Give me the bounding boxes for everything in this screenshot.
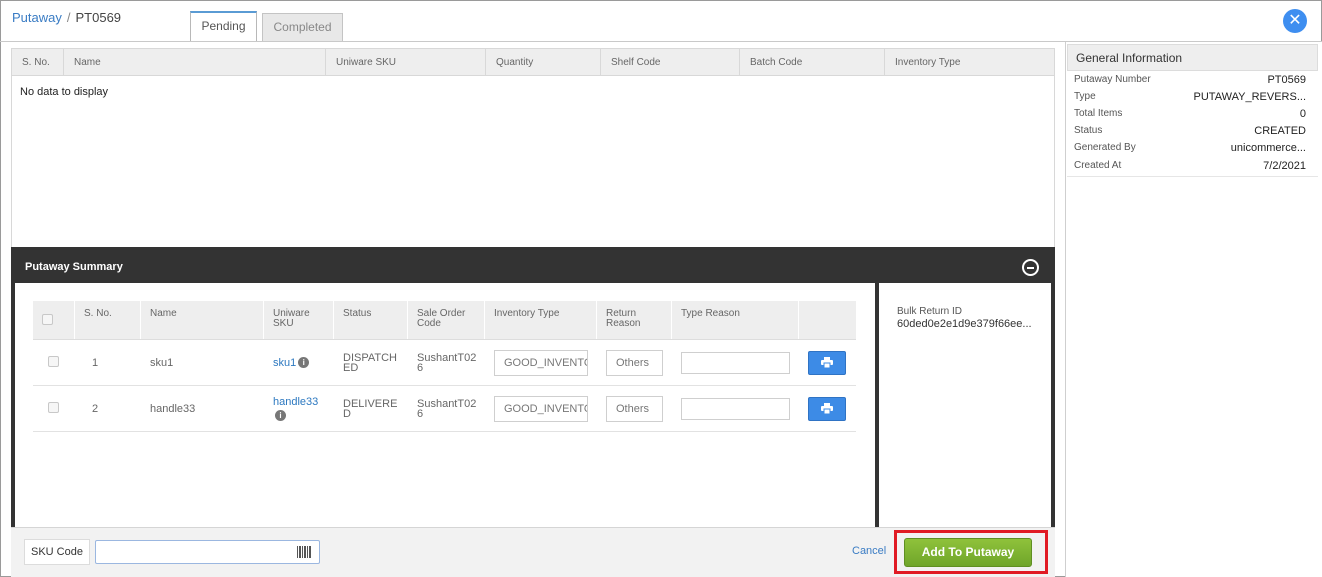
sku-code-label: SKU Code <box>24 539 90 565</box>
info-key: Status <box>1074 125 1103 136</box>
row-checkbox[interactable] <box>48 355 59 367</box>
print-button[interactable] <box>808 396 846 421</box>
inventory-type-select[interactable]: GOOD_INVENTORY <box>494 395 588 422</box>
col-inventory-type[interactable]: Inventory Type <box>885 49 1054 75</box>
empty-grid-message: No data to display <box>20 86 109 98</box>
row-name: handle33 <box>150 402 196 415</box>
row-sno: 2 <box>92 402 99 415</box>
row-sale-order-code: SushantT026 <box>417 397 477 420</box>
print-button[interactable] <box>808 350 846 375</box>
row-sno: 1 <box>92 356 99 369</box>
select-all-checkbox[interactable] <box>42 314 53 325</box>
sku-link[interactable]: sku1 <box>273 357 296 369</box>
table-row: 1 sku1 sku1 i DISPATCHED SushantT026 GOOD… <box>33 340 856 386</box>
tab-completed[interactable]: Completed <box>262 13 343 41</box>
info-row-created-at: Created At 7/2/2021 <box>1074 160 1306 177</box>
row-name: sku1 <box>150 356 174 369</box>
type-reason-input[interactable] <box>681 351 790 374</box>
info-key: Total Items <box>1074 108 1123 119</box>
col-sno[interactable]: S. No. <box>12 49 64 75</box>
bulk-return-label: Bulk Return ID <box>897 306 963 317</box>
info-value: CREATED <box>1254 125 1306 137</box>
col-sno: S. No. <box>75 301 141 339</box>
return-reason-select[interactable]: Others <box>606 349 663 376</box>
summary-title: Putaway Summary <box>25 261 123 273</box>
col-quantity[interactable]: Quantity <box>486 49 601 75</box>
breadcrumb-putaway-link[interactable]: Putaway <box>12 10 62 25</box>
summary-table-header: S. No. Name Uniware SKU Status Sale Orde… <box>33 301 856 340</box>
col-uniware-sku[interactable]: Uniware SKU <box>326 49 486 75</box>
row-sale-order-code: SushantT026 <box>417 351 477 374</box>
col-actions <box>799 301 856 339</box>
return-reason-select[interactable]: Others <box>606 395 663 422</box>
row-checkbox[interactable] <box>48 401 59 413</box>
info-key: Created At <box>1074 160 1122 171</box>
sku-code-input[interactable] <box>95 540 320 564</box>
collapse-icon[interactable] <box>1022 259 1039 276</box>
table-row: 2 handle33 handle33 i DELIVERED SushantT0… <box>33 386 856 432</box>
info-key: Generated By <box>1074 142 1136 153</box>
info-value: 0 <box>1299 108 1306 120</box>
info-value: PUTAWAY_REVERS... <box>1193 91 1306 103</box>
col-status: Status <box>334 301 408 339</box>
general-info-title: General Information <box>1067 44 1318 71</box>
printer-icon <box>821 357 833 368</box>
col-name: Name <box>141 301 264 339</box>
cancel-button[interactable]: Cancel <box>852 545 886 557</box>
add-to-putaway-button[interactable]: Add To Putaway <box>904 538 1032 567</box>
col-inventory-type: Inventory Type <box>485 301 597 339</box>
col-sale-order-code: Sale Order Code <box>408 301 485 339</box>
printer-icon <box>821 403 833 414</box>
info-row-putaway-number: Putaway Number PT0569 <box>1074 74 1306 91</box>
type-reason-input[interactable] <box>681 397 790 420</box>
tab-pending[interactable]: Pending <box>190 11 257 41</box>
row-sku: sku1 i <box>264 357 334 369</box>
row-sku: handle33 i <box>264 395 334 423</box>
general-info-divider <box>1067 176 1318 177</box>
info-row-generated-by: Generated By unicommerce... <box>1074 142 1306 159</box>
col-shelf-code[interactable]: Shelf Code <box>601 49 740 75</box>
info-row-status: Status CREATED <box>1074 125 1306 142</box>
info-value: 7/2/2021 <box>1263 160 1306 172</box>
inventory-type-select[interactable]: GOOD_INVENTORY <box>494 349 588 376</box>
sku-link[interactable]: handle33 <box>273 396 318 408</box>
row-status: DELIVERED <box>343 397 398 420</box>
close-icon[interactable]: ✕ <box>1283 9 1307 33</box>
breadcrumb-current: PT0569 <box>75 10 122 25</box>
info-key: Putaway Number <box>1074 74 1151 85</box>
info-icon[interactable]: i <box>275 410 286 422</box>
info-row-total-items: Total Items 0 <box>1074 108 1306 125</box>
col-return-reason: Return Reason <box>597 301 672 339</box>
info-icon[interactable]: i <box>298 357 310 369</box>
barcode-icon <box>297 546 311 558</box>
info-value: unicommerce... <box>1230 142 1306 154</box>
col-name[interactable]: Name <box>64 49 326 75</box>
info-row-type: Type PUTAWAY_REVERS... <box>1074 91 1306 108</box>
breadcrumb: Putaway / PT0569 <box>12 10 121 25</box>
row-status: DISPATCHED <box>343 351 397 374</box>
select-all-checkbox-cell[interactable] <box>33 301 75 339</box>
col-uniware-sku: Uniware SKU <box>264 301 334 339</box>
pending-grid <box>11 48 1055 247</box>
col-type-reason: Type Reason <box>672 301 799 339</box>
info-value: PT0569 <box>1267 74 1306 86</box>
bulk-return-value: 60ded0e2e1d9e379f66ee... <box>897 318 1032 330</box>
col-batch-code[interactable]: Batch Code <box>740 49 885 75</box>
info-key: Type <box>1074 91 1096 102</box>
putaway-summary-header: Putaway Summary <box>11 247 1055 283</box>
breadcrumb-separator: / <box>66 10 71 25</box>
pending-grid-header: S. No. Name Uniware SKU Quantity Shelf C… <box>11 48 1055 76</box>
